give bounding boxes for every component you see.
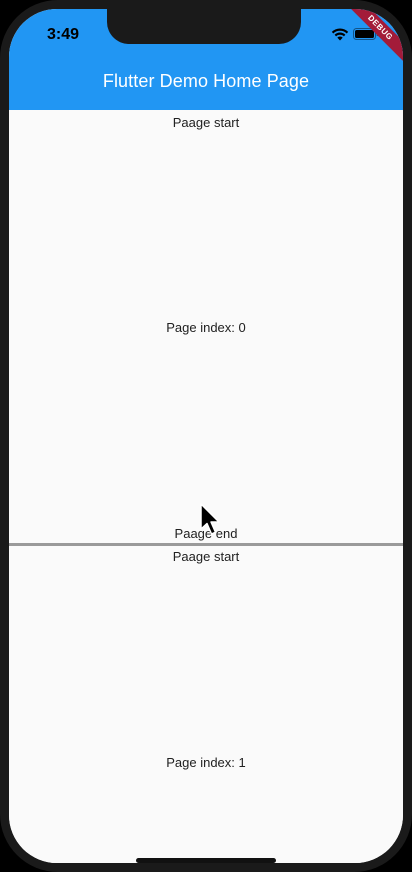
device-notch [107,9,301,44]
page-list[interactable]: Paage start Page index: 0 Paage end Paag… [9,110,403,863]
page-0-start-label: Paage start [172,115,240,130]
app-bar-title: Flutter Demo Home Page [102,71,310,91]
page-1-index-label: Page index: 1 [166,755,246,770]
debug-ribbon-label: DEBUG [343,9,403,65]
mouse-pointer-icon [200,503,220,535]
page-1-start-label: Paage start [172,549,240,564]
home-indicator[interactable] [136,858,276,863]
page-divider [9,543,403,546]
debug-banner: DEBUG [343,9,403,69]
device-screen: 3:49 Flutter Demo Home Page DEBUG Paage … [9,9,403,863]
device-frame: 3:49 Flutter Demo Home Page DEBUG Paage … [0,0,412,872]
status-time: 3:49 [47,26,80,43]
page-0-index-label: Page index: 0 [166,320,246,335]
